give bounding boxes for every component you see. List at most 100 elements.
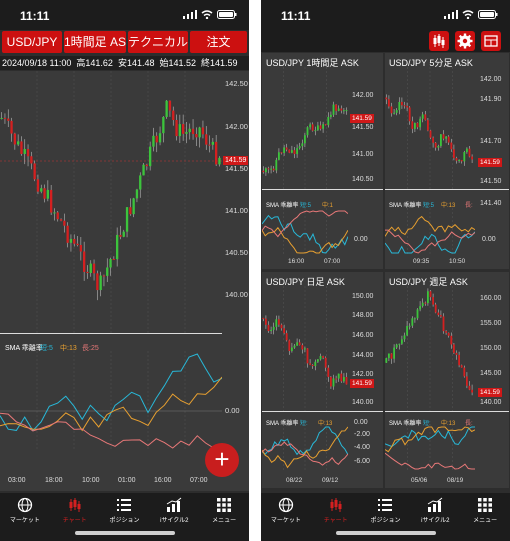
current-price-tag: 141.59	[478, 388, 502, 397]
candle-body	[442, 134, 445, 139]
candle-body	[432, 297, 435, 305]
price-axis-label: 140.00	[352, 399, 374, 406]
time-axis-label: 10:50	[449, 258, 466, 265]
price-axis-label: 141.00	[352, 151, 374, 158]
chart-type-button[interactable]	[429, 31, 449, 51]
chart-panel-weekly[interactable]: USD/JPY 週足 ASK 160.00 155.00 150.00 145.…	[385, 272, 509, 488]
status-time: 11:11	[281, 9, 311, 23]
price-axis-label: 142.00	[352, 371, 374, 378]
candlestick-icon	[69, 498, 81, 512]
layout-button[interactable]	[481, 31, 501, 51]
candle-body	[46, 189, 50, 199]
candle-body	[468, 148, 471, 157]
candle-body	[73, 238, 76, 244]
wifi-icon	[201, 10, 213, 19]
candle-body	[303, 135, 306, 144]
candle-body	[445, 136, 448, 139]
chart-panel-5m[interactable]: USD/JPY 5分足 ASK 142.00 141.90 141.70 141…	[385, 53, 509, 269]
tab-label: チャート	[62, 518, 87, 524]
candle-body	[69, 238, 73, 243]
candle-body	[3, 117, 7, 119]
candle-body	[439, 134, 442, 147]
ohlc-datetime: 2024/09/18 11:00	[2, 58, 72, 68]
candle-body	[340, 373, 343, 382]
tab-icycle[interactable]: iサイクル2	[410, 493, 460, 527]
candle-body	[319, 125, 322, 129]
chart-panel-daily[interactable]: USD/JPY 日足 ASK 150.00 148.00 146.00 144.…	[262, 272, 383, 488]
candle-body	[332, 378, 335, 387]
time-axis-label: 08/19	[447, 477, 464, 484]
globe-icon	[278, 497, 294, 513]
candle-body	[458, 159, 461, 161]
candle-body	[393, 347, 396, 359]
candle-body	[285, 333, 288, 341]
candle-body	[158, 133, 162, 143]
time-axis-label: 16:00	[288, 258, 305, 265]
tab-chart[interactable]: チャート	[50, 493, 100, 527]
candle-body	[296, 148, 299, 154]
ohlc-close: 終141.59	[201, 58, 238, 68]
tab-label: iサイクル2	[160, 518, 189, 524]
indicator-chart	[262, 208, 348, 256]
candle-body	[267, 168, 270, 170]
price-axis-label: 141.90	[480, 96, 502, 103]
candle-body	[419, 306, 422, 310]
grid-icon	[478, 498, 493, 512]
tab-position[interactable]: ポジション	[361, 493, 411, 527]
list-icon	[117, 499, 132, 511]
price-axis-label: 145.00	[480, 370, 502, 377]
candle-body	[195, 134, 198, 138]
indicator-zero-label: 0.00	[482, 236, 496, 243]
indicator-axis-label: -4.00	[354, 444, 370, 451]
candle-body	[119, 234, 122, 237]
order-button[interactable]: 注文	[190, 31, 247, 53]
candle-body	[142, 164, 145, 176]
technical-button[interactable]: テクニカル	[128, 31, 188, 53]
chart-panel-1h[interactable]: USD/JPY 1時間足 ASK 142.00 141.50 141.00 14…	[262, 53, 383, 269]
indicator-zero-label: 0.00	[354, 236, 368, 243]
tab-icycle[interactable]: iサイクル2	[149, 493, 199, 527]
price-axis-label: 141.70	[480, 138, 502, 145]
time-axis-label: 09/12	[322, 477, 339, 484]
main-chart-area[interactable]: 142.50 142.00 141.50 141.00 140.50 140.0…	[0, 71, 249, 491]
candle-body	[301, 345, 304, 350]
candle-body	[463, 367, 466, 377]
candle-body	[283, 147, 286, 154]
candle-body	[145, 164, 149, 167]
candle-body	[175, 120, 178, 137]
candle-body	[419, 118, 422, 128]
tab-menu[interactable]: メニュー	[460, 493, 510, 527]
current-price-tag: 141.59	[350, 379, 374, 388]
candle-body	[26, 149, 30, 157]
time-axis-label: 08/22	[286, 477, 303, 484]
indicator-axis-label: -2.00	[354, 431, 370, 438]
add-fab-button[interactable]: +	[205, 443, 239, 477]
pair-selector-button[interactable]: USD/JPY	[2, 31, 62, 53]
layout-icon	[484, 35, 498, 47]
candle-body	[387, 353, 390, 359]
price-axis-label: 146.00	[352, 332, 374, 339]
candle-body	[390, 106, 393, 114]
tab-market[interactable]: マーケット	[0, 493, 50, 527]
indicator-axis-label: -6.00	[354, 458, 370, 465]
candle-body	[393, 112, 396, 114]
price-axis-label: 155.00	[480, 320, 502, 327]
tab-chart[interactable]: チャート	[311, 493, 361, 527]
timeframe-button[interactable]: 1時間足 ASK	[64, 31, 126, 53]
chart-divider	[385, 411, 509, 412]
settings-button[interactable]	[455, 31, 475, 51]
indicator-chart	[0, 351, 222, 451]
tab-market[interactable]: マーケット	[261, 493, 311, 527]
candle-body	[30, 156, 33, 164]
globe-icon	[17, 497, 33, 513]
candle-body	[79, 245, 83, 252]
candle-body	[288, 340, 291, 352]
candle-body	[262, 170, 265, 173]
tab-position[interactable]: ポジション	[100, 493, 150, 527]
candle-body	[298, 146, 301, 149]
candle-body	[181, 124, 185, 134]
candle-body	[139, 175, 142, 190]
candle-body	[434, 304, 437, 313]
time-axis-label: 18:00	[45, 477, 63, 484]
tab-menu[interactable]: メニュー	[199, 493, 249, 527]
